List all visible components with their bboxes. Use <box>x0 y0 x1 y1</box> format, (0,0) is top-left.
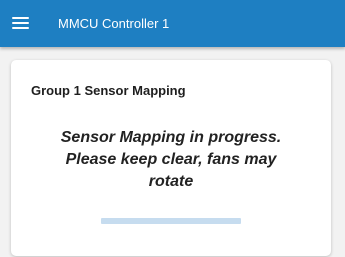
hamburger-menu-icon[interactable] <box>11 14 31 32</box>
app-bar: MMCU Controller 1 <box>0 0 345 47</box>
progress-message: Sensor Mapping in progress. Please keep … <box>11 127 331 193</box>
app-title: MMCU Controller 1 <box>58 16 170 31</box>
progress-bar <box>101 218 241 224</box>
card-title: Group 1 Sensor Mapping <box>31 83 186 98</box>
progress-message-line: Please keep clear, fans may <box>65 151 277 168</box>
progress-message-line: Sensor Mapping in progress. <box>60 129 282 146</box>
progress-message-line: rotate <box>148 173 194 190</box>
sensor-mapping-card: Group 1 Sensor Mapping Sensor Mapping in… <box>11 60 331 256</box>
